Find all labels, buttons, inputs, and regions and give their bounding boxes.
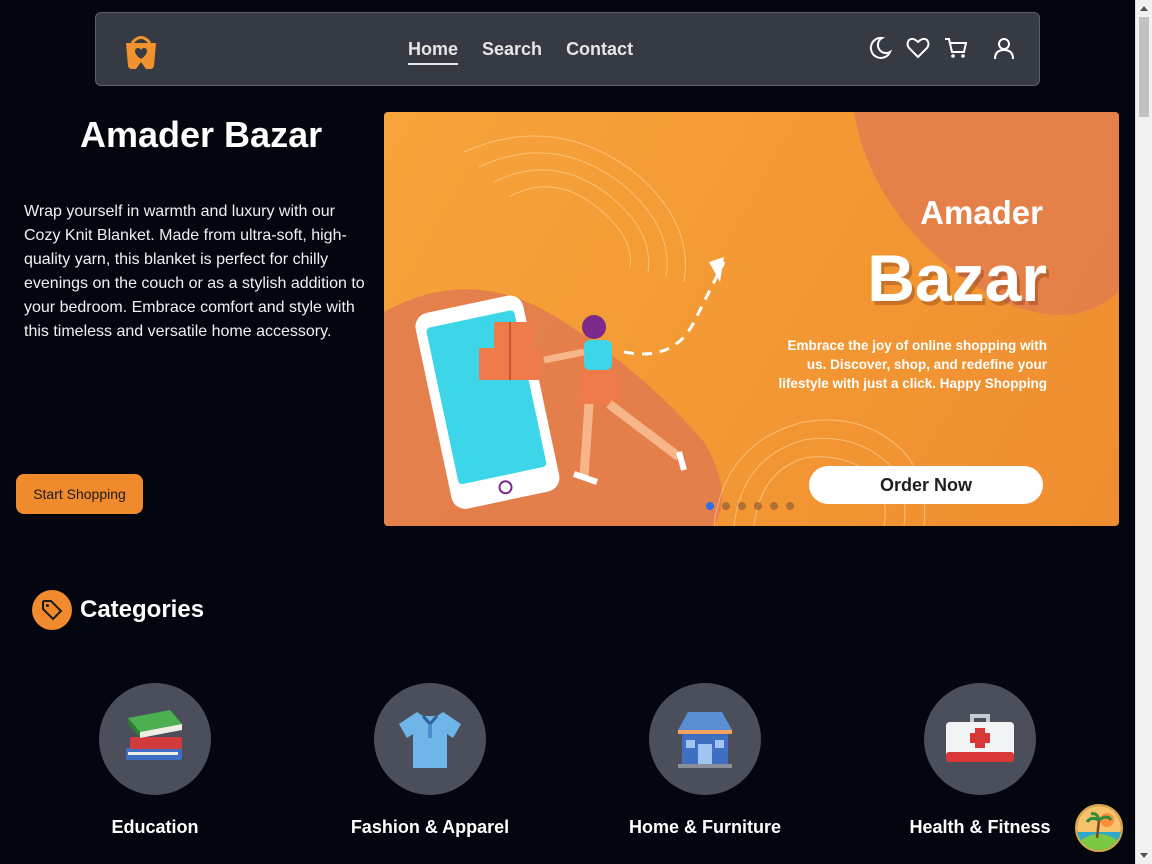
carousel-dot[interactable]: [770, 502, 778, 510]
category-label: Home & Furniture: [628, 817, 781, 837]
scrollbar-thumb[interactable]: [1139, 17, 1149, 117]
carousel-dot[interactable]: [738, 502, 746, 510]
books-icon: [99, 683, 211, 795]
nav-link-home[interactable]: Home: [408, 39, 459, 65]
carousel-dot[interactable]: [706, 502, 714, 510]
user-icon[interactable]: [991, 35, 1017, 61]
nav-link-search[interactable]: Search: [482, 39, 542, 65]
category-fashion-apparel[interactable]: Fashion & Apparel: [305, 683, 555, 838]
categories-header: Categories: [32, 590, 204, 630]
navbar: Home Search Contact: [95, 12, 1040, 86]
scroll-up-arrow-icon[interactable]: [1140, 6, 1148, 11]
nav-links: Home Search Contact: [408, 39, 633, 65]
banner-title-line2: Bazar: [867, 241, 1047, 315]
tag-icon: [32, 590, 72, 630]
banner-illustration: [384, 112, 1119, 526]
page-scrollbar[interactable]: [1135, 0, 1152, 864]
shirt-icon: [374, 683, 486, 795]
theme-moon-icon[interactable]: [867, 35, 893, 61]
categories-title: Categories: [80, 596, 205, 623]
hero-title: Amader Bazar: [80, 114, 323, 155]
nav-icons: [867, 35, 1017, 61]
hero-banner-carousel[interactable]: Amader Bazar Embrace the joy of online s…: [384, 112, 1119, 526]
category-home-furniture[interactable]: Home & Furniture: [580, 683, 830, 838]
carousel-dots: [706, 502, 794, 510]
order-now-button[interactable]: Order Now: [809, 466, 1043, 504]
floating-avatar-button[interactable]: [1075, 804, 1123, 852]
category-label: Health & Fitness: [909, 817, 1051, 837]
carousel-dot[interactable]: [754, 502, 762, 510]
scroll-down-arrow-icon[interactable]: [1140, 853, 1148, 858]
carousel-dot[interactable]: [786, 502, 794, 510]
wishlist-heart-icon[interactable]: [905, 35, 931, 61]
banner-tagline: Embrace the joy of online shopping with …: [778, 338, 1047, 391]
category-label: Education: [111, 817, 199, 837]
category-health-fitness[interactable]: Health & Fitness: [855, 683, 1105, 838]
first-aid-kit-icon: [924, 683, 1036, 795]
hero-description: Wrap yourself in warmth and luxury with …: [24, 203, 365, 340]
carousel-dot[interactable]: [722, 502, 730, 510]
cart-icon[interactable]: [943, 35, 969, 61]
category-education[interactable]: Education: [30, 683, 280, 838]
banner-title-line1: Amader: [920, 194, 1043, 231]
store-icon: [649, 683, 761, 795]
category-label: Fashion & Apparel: [350, 817, 510, 837]
island-avatar-icon: [1077, 806, 1121, 850]
logo-icon[interactable]: [122, 34, 160, 70]
nav-link-contact[interactable]: Contact: [566, 39, 633, 65]
start-shopping-button[interactable]: Start Shopping: [16, 474, 143, 514]
